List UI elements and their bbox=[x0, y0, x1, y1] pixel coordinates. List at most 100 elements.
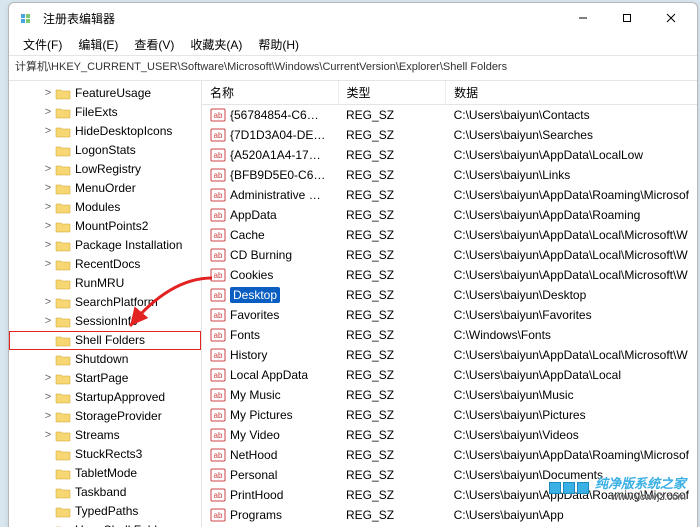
tree-label: FileExts bbox=[75, 103, 118, 122]
tree-item[interactable]: > SearchPlatform bbox=[9, 293, 201, 312]
value-row[interactable]: abMy PicturesREG_SZC:\Users\baiyun\Pictu… bbox=[202, 405, 697, 425]
value-row[interactable]: abProgramsREG_SZC:\Users\baiyun\App bbox=[202, 505, 697, 525]
tree-item[interactable]: >StorageProvider bbox=[9, 407, 201, 426]
value-data: C:\Users\baiyun\Desktop bbox=[446, 285, 697, 305]
col-data[interactable]: 数据 bbox=[446, 81, 697, 105]
maximize-button[interactable] bbox=[605, 3, 649, 33]
value-row[interactable]: abMy VideoREG_SZC:\Users\baiyun\Videos bbox=[202, 425, 697, 445]
tree-item[interactable]: TabletMode bbox=[9, 464, 201, 483]
tree-item[interactable]: Shell Folders bbox=[9, 331, 201, 350]
value-type: REG_SZ bbox=[338, 185, 446, 205]
tree-item[interactable]: LogonStats bbox=[9, 141, 201, 160]
value-row[interactable]: ab{BFB9D5E0-C6…REG_SZC:\Users\baiyun\Lin… bbox=[202, 165, 697, 185]
value-row[interactable]: abCD BurningREG_SZC:\Users\baiyun\AppDat… bbox=[202, 245, 697, 265]
col-name[interactable]: 名称 bbox=[202, 81, 338, 105]
regedit-window: 注册表编辑器 文件(F) 编辑(E) 查看(V) 收藏夹(A) 帮助(H) 计算… bbox=[8, 2, 698, 527]
tree-item[interactable]: TypedPaths bbox=[9, 502, 201, 521]
menu-help[interactable]: 帮助(H) bbox=[250, 34, 307, 55]
tree-item[interactable]: >FeatureUsage bbox=[9, 84, 201, 103]
tree-item[interactable]: >StartPage bbox=[9, 369, 201, 388]
expand-icon[interactable]: > bbox=[41, 407, 55, 426]
value-name: CD Burning bbox=[230, 248, 292, 262]
tree-item[interactable]: >Modules bbox=[9, 198, 201, 217]
expand-icon[interactable]: > bbox=[41, 293, 55, 312]
menu-favorites[interactable]: 收藏夹(A) bbox=[182, 34, 250, 55]
tree-item[interactable]: >MountPoints2 bbox=[9, 217, 201, 236]
tree-item[interactable]: >RecentDocs bbox=[9, 255, 201, 274]
svg-text:ab: ab bbox=[214, 411, 223, 420]
folder-icon bbox=[55, 258, 71, 272]
expand-icon[interactable]: > bbox=[41, 426, 55, 445]
tree-item[interactable]: User Shell Folders bbox=[9, 521, 201, 527]
menu-file[interactable]: 文件(F) bbox=[15, 34, 70, 55]
titlebar[interactable]: 注册表编辑器 bbox=[9, 3, 697, 33]
tree-item[interactable]: >LowRegistry bbox=[9, 160, 201, 179]
value-row[interactable]: abLocal AppDataREG_SZC:\Users\baiyun\App… bbox=[202, 365, 697, 385]
tree-item[interactable]: >HideDesktopIcons bbox=[9, 122, 201, 141]
value-row[interactable]: abCookiesREG_SZC:\Users\baiyun\AppData\L… bbox=[202, 265, 697, 285]
folder-icon bbox=[55, 315, 71, 329]
expand-icon[interactable]: > bbox=[41, 236, 55, 255]
tree-item[interactable]: > MenuOrder bbox=[9, 179, 201, 198]
value-row[interactable]: abHistoryREG_SZC:\Users\baiyun\AppData\L… bbox=[202, 345, 697, 365]
folder-icon bbox=[55, 353, 71, 367]
col-type[interactable]: 类型 bbox=[338, 81, 446, 105]
tree-pane[interactable]: >FeatureUsage>FileExts>HideDesktopIconsL… bbox=[9, 81, 202, 527]
value-row[interactable]: abAppDataREG_SZC:\Users\baiyun\AppData\R… bbox=[202, 205, 697, 225]
expand-icon[interactable]: > bbox=[41, 312, 55, 331]
value-type: REG_SZ bbox=[338, 325, 446, 345]
expand-icon[interactable]: > bbox=[41, 255, 55, 274]
expand-icon[interactable]: > bbox=[41, 388, 55, 407]
value-data: C:\Users\baiyun\AppData\Local\Microsoft\… bbox=[446, 265, 697, 285]
value-type: REG_SZ bbox=[338, 245, 446, 265]
tree-item[interactable]: > FileExts bbox=[9, 103, 201, 122]
value-row[interactable]: ab{A520A1A4-17…REG_SZC:\Users\baiyun\App… bbox=[202, 145, 697, 165]
tree-item[interactable]: > Package Installation bbox=[9, 236, 201, 255]
close-button[interactable] bbox=[649, 3, 693, 33]
expand-icon[interactable]: > bbox=[41, 369, 55, 388]
tree-label: MenuOrder bbox=[75, 179, 136, 198]
value-row[interactable]: abFavoritesREG_SZC:\Users\baiyun\Favorit… bbox=[202, 305, 697, 325]
tree-item[interactable]: RunMRU bbox=[9, 274, 201, 293]
value-data: C:\Users\baiyun\Favorites bbox=[446, 305, 697, 325]
folder-icon bbox=[55, 505, 71, 519]
tree-label: LogonStats bbox=[75, 141, 136, 160]
value-row[interactable]: abNetHoodREG_SZC:\Users\baiyun\AppData\R… bbox=[202, 445, 697, 465]
tree-item[interactable]: Shutdown bbox=[9, 350, 201, 369]
tree-item[interactable]: >SessionInfo bbox=[9, 312, 201, 331]
folder-icon bbox=[55, 334, 71, 348]
value-row[interactable]: ab{56784854-C6…REG_SZC:\Users\baiyun\Con… bbox=[202, 105, 697, 125]
value-type: REG_SZ bbox=[338, 505, 446, 525]
expand-icon[interactable]: > bbox=[41, 160, 55, 179]
expand-icon[interactable]: > bbox=[41, 84, 55, 103]
value-type: REG_SZ bbox=[338, 125, 446, 145]
minimize-button[interactable] bbox=[561, 3, 605, 33]
tree-label: RunMRU bbox=[75, 274, 124, 293]
expand-icon[interactable]: > bbox=[41, 122, 55, 141]
tree-label: SearchPlatform bbox=[75, 293, 158, 312]
tree-label: Package Installation bbox=[75, 236, 182, 255]
value-data: C:\Users\baiyun\Videos bbox=[446, 425, 697, 445]
tree-item[interactable]: >Streams bbox=[9, 426, 201, 445]
value-row[interactable]: abDesktopREG_SZC:\Users\baiyun\Desktop bbox=[202, 285, 697, 305]
menu-edit[interactable]: 编辑(E) bbox=[70, 34, 126, 55]
svg-text:ab: ab bbox=[214, 171, 223, 180]
menu-view[interactable]: 查看(V) bbox=[126, 34, 182, 55]
expand-icon[interactable]: > bbox=[41, 217, 55, 236]
svg-text:ab: ab bbox=[214, 191, 223, 200]
string-value-icon: ab bbox=[210, 507, 226, 523]
value-row[interactable]: abMy MusicREG_SZC:\Users\baiyun\Music bbox=[202, 385, 697, 405]
expand-icon[interactable]: > bbox=[41, 103, 55, 122]
address-bar[interactable]: 计算机\HKEY_CURRENT_USER\Software\Microsoft… bbox=[9, 56, 697, 81]
value-row[interactable]: abCacheREG_SZC:\Users\baiyun\AppData\Loc… bbox=[202, 225, 697, 245]
tree-item[interactable]: Taskband bbox=[9, 483, 201, 502]
tree-item[interactable]: >StartupApproved bbox=[9, 388, 201, 407]
tree-item[interactable]: StuckRects3 bbox=[9, 445, 201, 464]
expand-icon[interactable]: > bbox=[41, 198, 55, 217]
value-row[interactable]: abFontsREG_SZC:\Windows\Fonts bbox=[202, 325, 697, 345]
value-row[interactable]: abAdministrative …REG_SZC:\Users\baiyun\… bbox=[202, 185, 697, 205]
expand-icon[interactable]: > bbox=[41, 179, 55, 198]
list-pane[interactable]: 名称 类型 数据 ab{56784854-C6…REG_SZC:\Users\b… bbox=[202, 81, 697, 527]
string-value-icon: ab bbox=[210, 147, 226, 163]
value-row[interactable]: ab{7D1D3A04-DE…REG_SZC:\Users\baiyun\Sea… bbox=[202, 125, 697, 145]
